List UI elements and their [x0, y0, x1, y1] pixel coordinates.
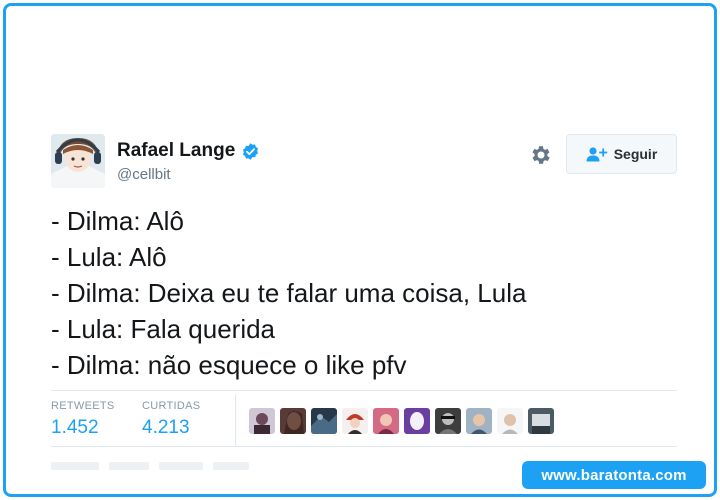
liker-avatar[interactable]	[528, 408, 554, 434]
tweet-line: - Lula: Fala querida	[51, 314, 276, 344]
tweet-line: - Lula: Alô	[51, 242, 167, 272]
author-avatar[interactable]	[51, 134, 105, 188]
stats-separator	[235, 394, 236, 446]
likes-label: CURTIDAS	[142, 400, 201, 412]
author-handle[interactable]: @cellbit	[117, 166, 260, 183]
tweet-header: Rafael Lange @cellbit Seguir	[51, 134, 677, 190]
tweet-line: - Dilma: Alô	[51, 206, 184, 236]
tweet-line: - Dilma: Deixa eu te falar uma coisa, Lu…	[51, 278, 527, 308]
likes-count: 4.213	[142, 417, 190, 438]
author-info: Rafael Lange @cellbit	[117, 140, 260, 183]
faded-timestamp	[51, 462, 249, 470]
liker-avatar[interactable]	[342, 408, 368, 434]
divider	[51, 446, 677, 447]
follow-button-label: Seguir	[613, 146, 658, 162]
follow-button[interactable]: Seguir	[566, 134, 677, 174]
liker-avatar[interactable]	[435, 408, 461, 434]
gear-icon[interactable]	[529, 143, 553, 167]
liker-avatar[interactable]	[404, 408, 430, 434]
tweet-text: - Dilma: Alô - Lula: Alô - Dilma: Deixa …	[51, 203, 677, 383]
liker-avatar[interactable]	[249, 408, 275, 434]
liker-avatar[interactable]	[466, 408, 492, 434]
verified-badge-icon	[243, 142, 259, 160]
watermark: www.baratonta.com	[522, 461, 706, 489]
liker-avatar[interactable]	[373, 408, 399, 434]
tweet-card: Rafael Lange @cellbit Seguir - Dilma: Al…	[3, 3, 717, 497]
retweets-label: RETWEETS	[51, 400, 115, 412]
tweet-stats: RETWEETS 1.452 CURTIDAS 4.213	[51, 394, 677, 446]
divider	[51, 390, 677, 391]
author-display-name[interactable]: Rafael Lange	[117, 140, 235, 162]
likes-stat[interactable]: CURTIDAS 4.213	[142, 400, 200, 439]
liker-avatar[interactable]	[497, 408, 523, 434]
retweets-count: 1.452	[51, 417, 99, 438]
tweet-line: - Dilma: não esquece o like pfv	[51, 350, 407, 380]
add-user-icon	[586, 147, 607, 162]
retweets-stat[interactable]: RETWEETS 1.452	[51, 400, 115, 439]
liker-avatars	[249, 408, 554, 434]
liker-avatar[interactable]	[311, 408, 337, 434]
liker-avatar[interactable]	[280, 408, 306, 434]
